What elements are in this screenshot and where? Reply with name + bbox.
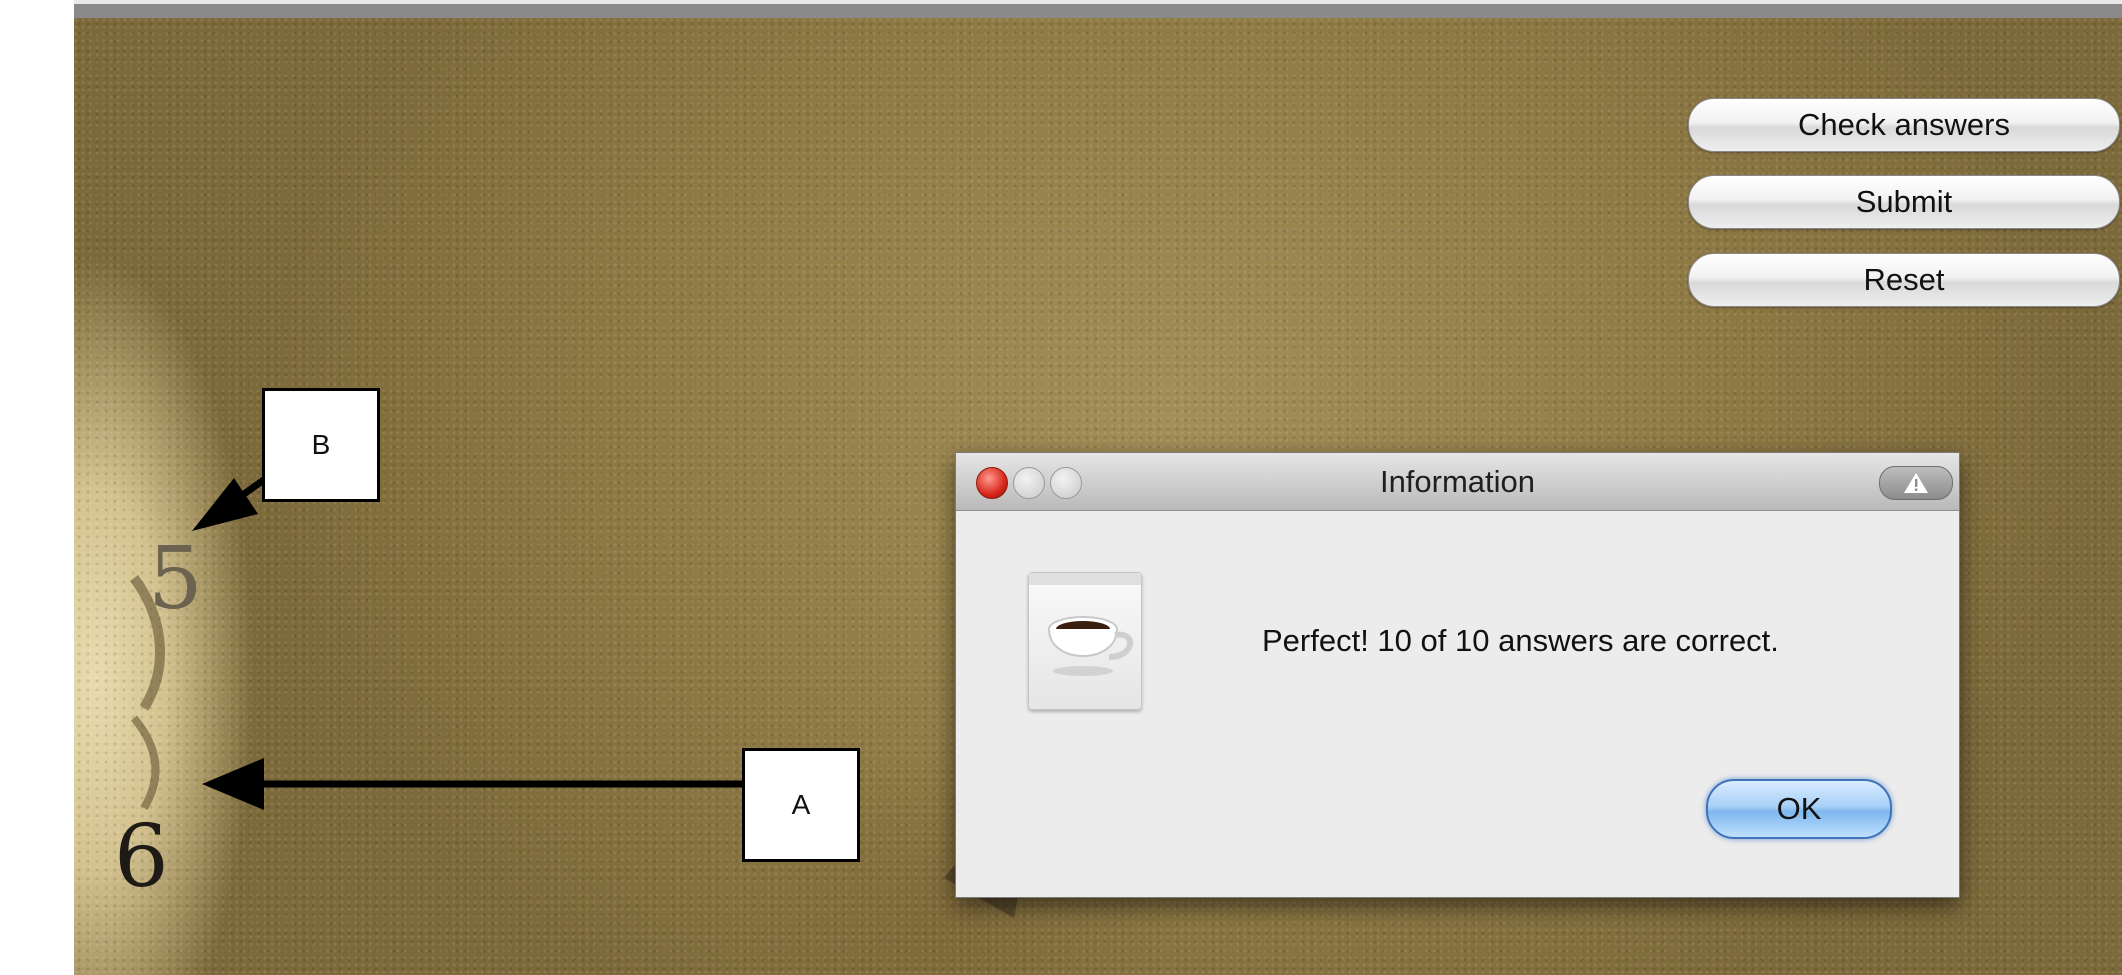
arrow-a — [202, 758, 742, 810]
rock-ridge-shadows — [129, 575, 1034, 918]
reset-button[interactable]: Reset — [1688, 253, 2120, 307]
answer-box-a-text: A — [791, 789, 811, 820]
dialog-titlebar: Information — [956, 453, 1959, 511]
answer-box-b[interactable]: B — [262, 388, 380, 502]
dialog-title: Information — [1379, 464, 1536, 499]
check-answers-button[interactable]: Check answers — [1688, 98, 2120, 152]
dialog-message: Perfect! 10 of 10 answers are correct. — [1262, 623, 1779, 658]
information-dialog: Information Perfect! 10 of 10 answers ar… — [955, 452, 1960, 898]
answer-box-b-text: B — [311, 429, 331, 460]
submit-button[interactable]: Submit — [1688, 175, 2120, 229]
image-number-6: 6 — [114, 807, 169, 907]
answer-box-a[interactable]: A — [742, 748, 860, 862]
window-top-edge — [74, 0, 2122, 18]
ok-button[interactable]: OK — [1706, 779, 1892, 839]
warning-icon — [1904, 473, 1928, 493]
warning-toolbar-button[interactable] — [1879, 466, 1953, 500]
java-coffee-cup-icon — [1028, 572, 1142, 710]
image-number-5: 5 — [148, 529, 203, 629]
